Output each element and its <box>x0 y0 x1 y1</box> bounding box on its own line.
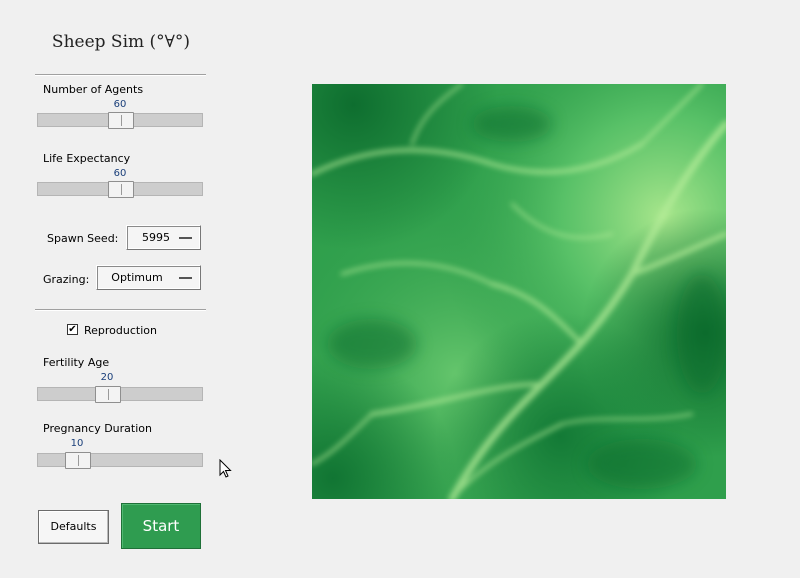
fertility-age-value: 20 <box>100 372 114 383</box>
life-expectancy-value: 60 <box>113 168 127 179</box>
pregnancy-duration-value: 10 <box>70 438 84 449</box>
mouse-cursor-icon <box>219 459 232 478</box>
grazing-menu[interactable]: Optimum <box>96 265 201 290</box>
dropdown-indicator-icon <box>179 237 192 239</box>
grazing-label: Grazing: <box>43 273 90 286</box>
fertility-age-slider[interactable] <box>37 386 203 403</box>
spawn-seed-label: Spawn Seed: <box>47 232 119 245</box>
reproduction-checkbox[interactable]: ✔ <box>67 324 78 335</box>
life-expectancy-label: Life Expectancy <box>43 152 131 165</box>
life-expectancy-slider-thumb[interactable] <box>108 181 134 198</box>
terrain-map-image <box>312 84 726 499</box>
life-expectancy-slider[interactable] <box>37 181 203 198</box>
pregnancy-duration-slider-thumb[interactable] <box>65 452 91 469</box>
agents-value: 60 <box>113 99 127 110</box>
terrain-map[interactable] <box>312 84 726 499</box>
grazing-value: Optimum <box>111 271 163 284</box>
fertility-age-slider-thumb[interactable] <box>95 386 121 403</box>
reproduction-label: Reproduction <box>84 324 157 337</box>
agents-slider-thumb[interactable] <box>108 112 134 129</box>
middle-divider <box>35 309 206 311</box>
spawn-seed-menu[interactable]: 5995 <box>126 225 201 250</box>
pregnancy-duration-slider[interactable] <box>37 452 203 469</box>
pregnancy-duration-label: Pregnancy Duration <box>43 422 152 435</box>
dropdown-indicator-icon <box>179 277 192 279</box>
agents-slider[interactable] <box>37 112 203 129</box>
app-title: Sheep Sim (°∀°) <box>51 32 191 52</box>
spawn-seed-value: 5995 <box>142 231 170 244</box>
fertility-age-label: Fertility Age <box>43 356 110 369</box>
start-button[interactable]: Start <box>121 503 201 549</box>
top-divider <box>35 74 206 76</box>
defaults-button[interactable]: Defaults <box>38 510 109 544</box>
agents-label: Number of Agents <box>43 83 144 96</box>
